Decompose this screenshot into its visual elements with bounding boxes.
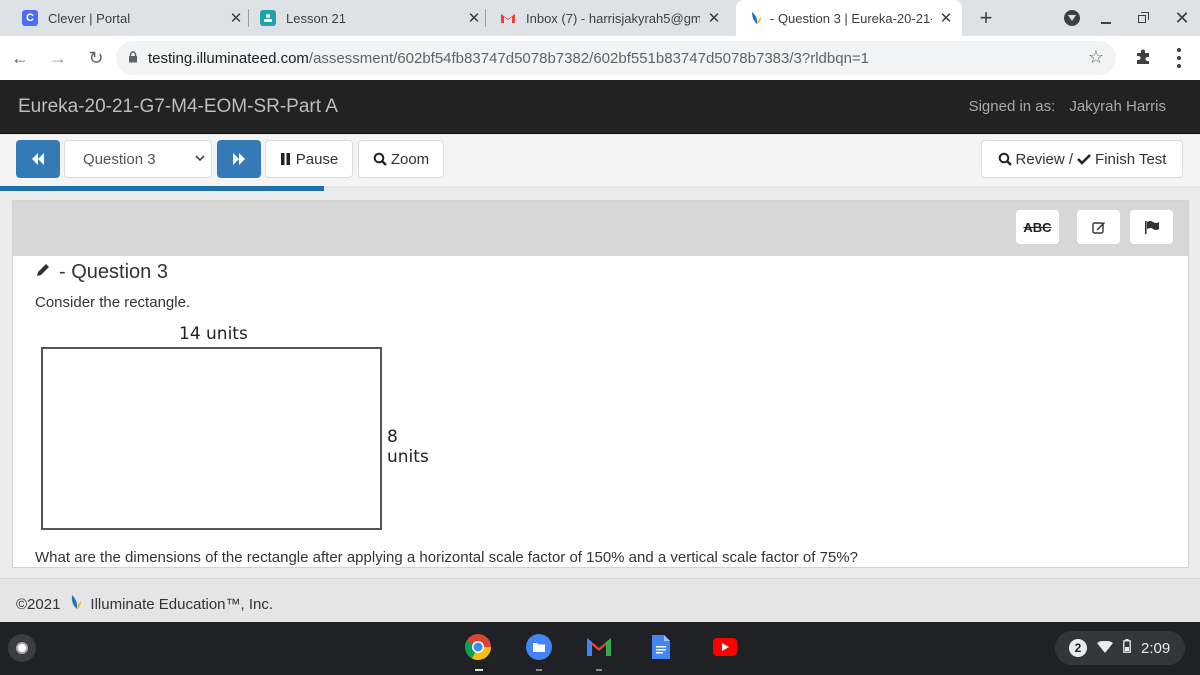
flag-question-button[interactable] <box>1130 210 1173 244</box>
launcher-icon <box>16 642 28 654</box>
new-tab-button[interactable]: + <box>974 5 998 30</box>
strikethrough-tool-button[interactable]: ABC <box>1016 210 1059 244</box>
tab-title: Clever | Portal <box>48 10 131 26</box>
question-select[interactable]: Question 3 <box>64 140 212 178</box>
chevron-down-icon <box>195 151 205 165</box>
restore-window-icon[interactable] <box>1136 10 1152 26</box>
browser-tab-strip: C Clever | Portal ✕ Lesson 21 ✕ Inbox (7… <box>0 0 1200 36</box>
forward-arrow-icon[interactable]: → <box>44 44 72 72</box>
notification-count-badge: 2 <box>1069 639 1087 657</box>
zoom-label: Zoom <box>390 150 430 168</box>
illuminate-icon <box>748 10 764 26</box>
user-name: Jakyrah Harris <box>1069 98 1166 115</box>
finish-test-label: Finish Test <box>1095 150 1167 168</box>
tab-lesson-21[interactable]: Lesson 21 ✕ <box>260 0 482 36</box>
review-finish-test-button[interactable]: Review / Finish Test <box>981 140 1183 178</box>
question-select-value: Question 3 <box>83 150 156 168</box>
tab-title: Inbox (7) - harrisjakyrah5@gm <box>526 10 700 26</box>
rectangle-height-label: 8 units <box>387 427 429 467</box>
launcher-button[interactable] <box>8 634 36 662</box>
tab-clever-portal[interactable]: C Clever | Portal ✕ <box>22 0 244 36</box>
question-title-text: - Question 3 <box>59 261 168 283</box>
profile-menu-icon[interactable] <box>1064 10 1080 26</box>
pause-button[interactable]: Pause <box>265 140 353 178</box>
fast-backward-icon <box>32 153 44 165</box>
running-indicator <box>475 669 483 671</box>
search-icon <box>373 152 387 166</box>
page-footer: ©2021 Illuminate Education™, Inc. <box>0 578 1200 622</box>
signed-in-label: Signed in as: <box>968 98 1056 115</box>
gmail-icon <box>500 10 516 26</box>
battery-icon <box>1123 639 1131 657</box>
strikethrough-label: ABC <box>1023 219 1052 235</box>
youtube-icon[interactable] <box>710 632 740 662</box>
review-label: Review / <box>1015 150 1074 168</box>
copyright-year: ©2021 <box>16 595 61 613</box>
assessment-title: Eureka-20-21-G7-M4-EOM-SR-Part A <box>18 96 338 117</box>
fast-forward-icon <box>233 153 245 165</box>
search-icon <box>998 152 1012 166</box>
test-progress-bar <box>0 186 1200 191</box>
zoom-button[interactable]: Zoom <box>358 140 444 178</box>
progress-fill <box>0 186 324 191</box>
pause-label: Pause <box>295 150 339 168</box>
docs-icon[interactable] <box>646 632 676 662</box>
reload-icon[interactable]: ↻ <box>82 44 110 72</box>
running-indicator <box>536 669 542 671</box>
next-question-button[interactable] <box>217 140 261 178</box>
tab-question-3[interactable]: - Question 3 | Eureka-20-21-G ✕ <box>736 0 962 36</box>
checkmark-icon <box>1077 154 1091 165</box>
flag-icon <box>1144 221 1159 234</box>
extensions-puzzle-icon[interactable] <box>1134 48 1154 68</box>
close-window-icon[interactable]: ✕ <box>1172 6 1192 30</box>
bookmark-star-icon[interactable]: ☆ <box>1088 47 1104 68</box>
company-name: Illuminate Education™, Inc. <box>90 595 274 613</box>
close-tab-icon[interactable]: ✕ <box>466 10 482 27</box>
question-nav-bar: Question 3 Pause Zoom Review / Finish Te… <box>0 135 1200 187</box>
question-prompt: What are the dimensions of the rectangle… <box>35 549 858 566</box>
url-path: /assessment/602bf54fb83747d5078b7382/602… <box>308 49 870 67</box>
classroom-icon <box>260 10 276 26</box>
signed-in-info: Signed in as: Jakyrah Harris <box>969 98 1166 115</box>
previous-question-button[interactable] <box>16 140 60 178</box>
illuminate-logo-icon <box>70 594 82 614</box>
clock-time: 2:09 <box>1141 639 1171 657</box>
status-tray[interactable]: 2 2:09 <box>1055 631 1185 665</box>
question-title: - Question 3 <box>35 261 168 284</box>
files-icon[interactable] <box>524 632 554 662</box>
edit-note-icon <box>1091 222 1105 234</box>
wifi-icon <box>1097 640 1113 657</box>
running-indicator <box>596 669 602 671</box>
chrome-icon[interactable] <box>463 632 493 662</box>
browser-menu-icon[interactable] <box>1174 46 1184 70</box>
tab-separator <box>485 9 486 27</box>
tab-separator <box>248 9 249 27</box>
clever-icon: C <box>22 10 38 26</box>
app-header: Eureka-20-21-G7-M4-EOM-SR-Part A Signed … <box>0 80 1200 134</box>
os-shelf: 2 2:09 <box>0 622 1200 675</box>
rectangle-width-label: 14 units <box>179 324 248 344</box>
pencil-icon <box>35 262 51 283</box>
pause-icon <box>280 153 290 165</box>
copyright-notice: ©2021 Illuminate Education™, Inc. <box>16 594 273 614</box>
question-panel: ABC - Question 3 Consider the rectangle.… <box>12 200 1189 568</box>
url-host: testing.illuminateed.com <box>148 49 309 67</box>
rectangle-shape <box>41 347 382 530</box>
browser-toolbar: ← → ↻ testing.illuminateed.com/assessmen… <box>0 36 1200 80</box>
tab-gmail-inbox[interactable]: Inbox (7) - harrisjakyrah5@gm ✕ <box>500 0 722 36</box>
gmail-icon[interactable] <box>584 632 614 662</box>
address-bar[interactable]: testing.illuminateed.com/assessment/602b… <box>116 41 1116 75</box>
close-tab-icon[interactable]: ✕ <box>706 10 722 27</box>
tab-title: Lesson 21 <box>286 10 346 26</box>
close-tab-icon[interactable]: ✕ <box>228 10 244 27</box>
minimize-window-icon[interactable] <box>1098 10 1114 26</box>
question-intro: Consider the rectangle. <box>35 294 191 311</box>
notes-tool-button[interactable] <box>1077 210 1120 244</box>
rectangle-figure: 14 units 8 units <box>41 324 441 534</box>
close-tab-icon[interactable]: ✕ <box>938 10 954 27</box>
lock-icon <box>128 50 138 67</box>
tab-title: - Question 3 | Eureka-20-21-G <box>770 10 932 26</box>
back-arrow-icon[interactable]: ← <box>6 44 34 72</box>
question-tools-bar: ABC <box>13 201 1188 256</box>
